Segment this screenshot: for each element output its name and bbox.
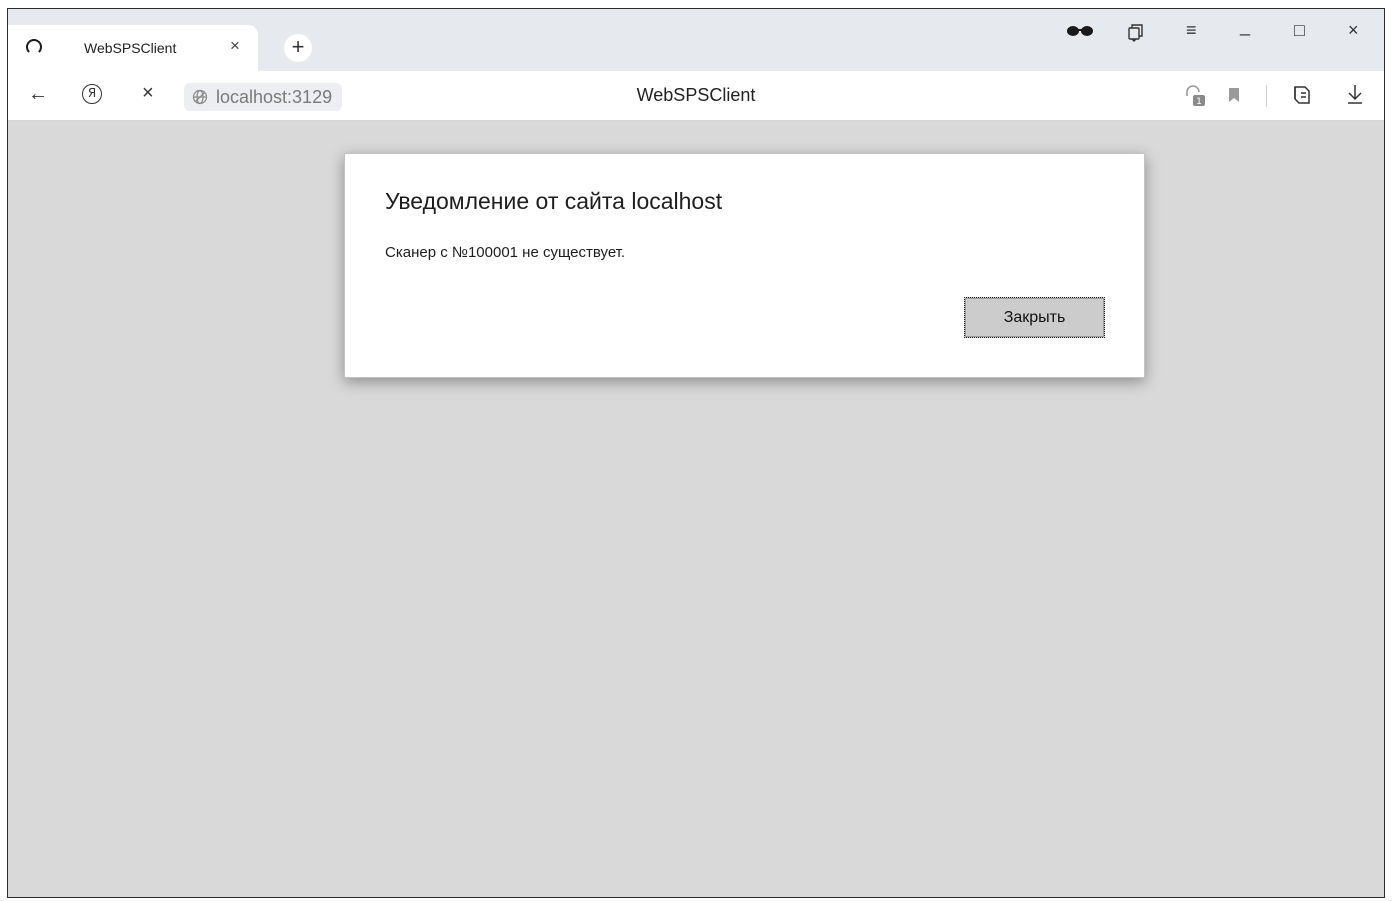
- toolbar-separator: [1266, 85, 1267, 107]
- collections-icon[interactable]: [1126, 23, 1144, 46]
- new-tab-button[interactable]: +: [284, 34, 312, 62]
- lock-badge-icon[interactable]: 1: [1184, 84, 1208, 113]
- tab-strip: WebSPSClient × + ≡ _ □ ×: [8, 9, 1384, 71]
- reader-mode-icon[interactable]: [1290, 83, 1314, 112]
- bookmark-icon[interactable]: [1228, 87, 1240, 108]
- tab-title: WebSPSClient: [84, 40, 177, 56]
- dialog-message: Сканер с №100001 не существует.: [385, 244, 626, 261]
- loading-spinner-icon: [26, 39, 42, 55]
- menu-icon[interactable]: ≡: [1186, 21, 1197, 39]
- svg-text:1: 1: [1196, 97, 1202, 107]
- close-window-button[interactable]: ×: [1348, 21, 1359, 39]
- maximize-button[interactable]: □: [1294, 21, 1305, 39]
- address-bar-row: ← Я × localhost:3129 WebSPSClient 1: [8, 71, 1384, 121]
- page-content: Уведомление от сайта localhost Сканер с …: [8, 121, 1384, 897]
- minimize-button[interactable]: _: [1240, 17, 1250, 35]
- dialog-title: Уведомление от сайта localhost: [385, 188, 723, 214]
- tab-webspsclient[interactable]: WebSPSClient ×: [8, 25, 258, 71]
- tab-close-button[interactable]: ×: [230, 37, 240, 54]
- close-dialog-button[interactable]: Закрыть: [964, 297, 1105, 338]
- page-title: WebSPSClient: [636, 85, 756, 105]
- glasses-icon[interactable]: [1066, 23, 1094, 41]
- alert-dialog: Уведомление от сайта localhost Сканер с …: [344, 153, 1145, 378]
- browser-window: WebSPSClient × + ≡ _ □ × ← Я × localhost…: [7, 8, 1385, 898]
- downloads-icon[interactable]: [1346, 83, 1364, 109]
